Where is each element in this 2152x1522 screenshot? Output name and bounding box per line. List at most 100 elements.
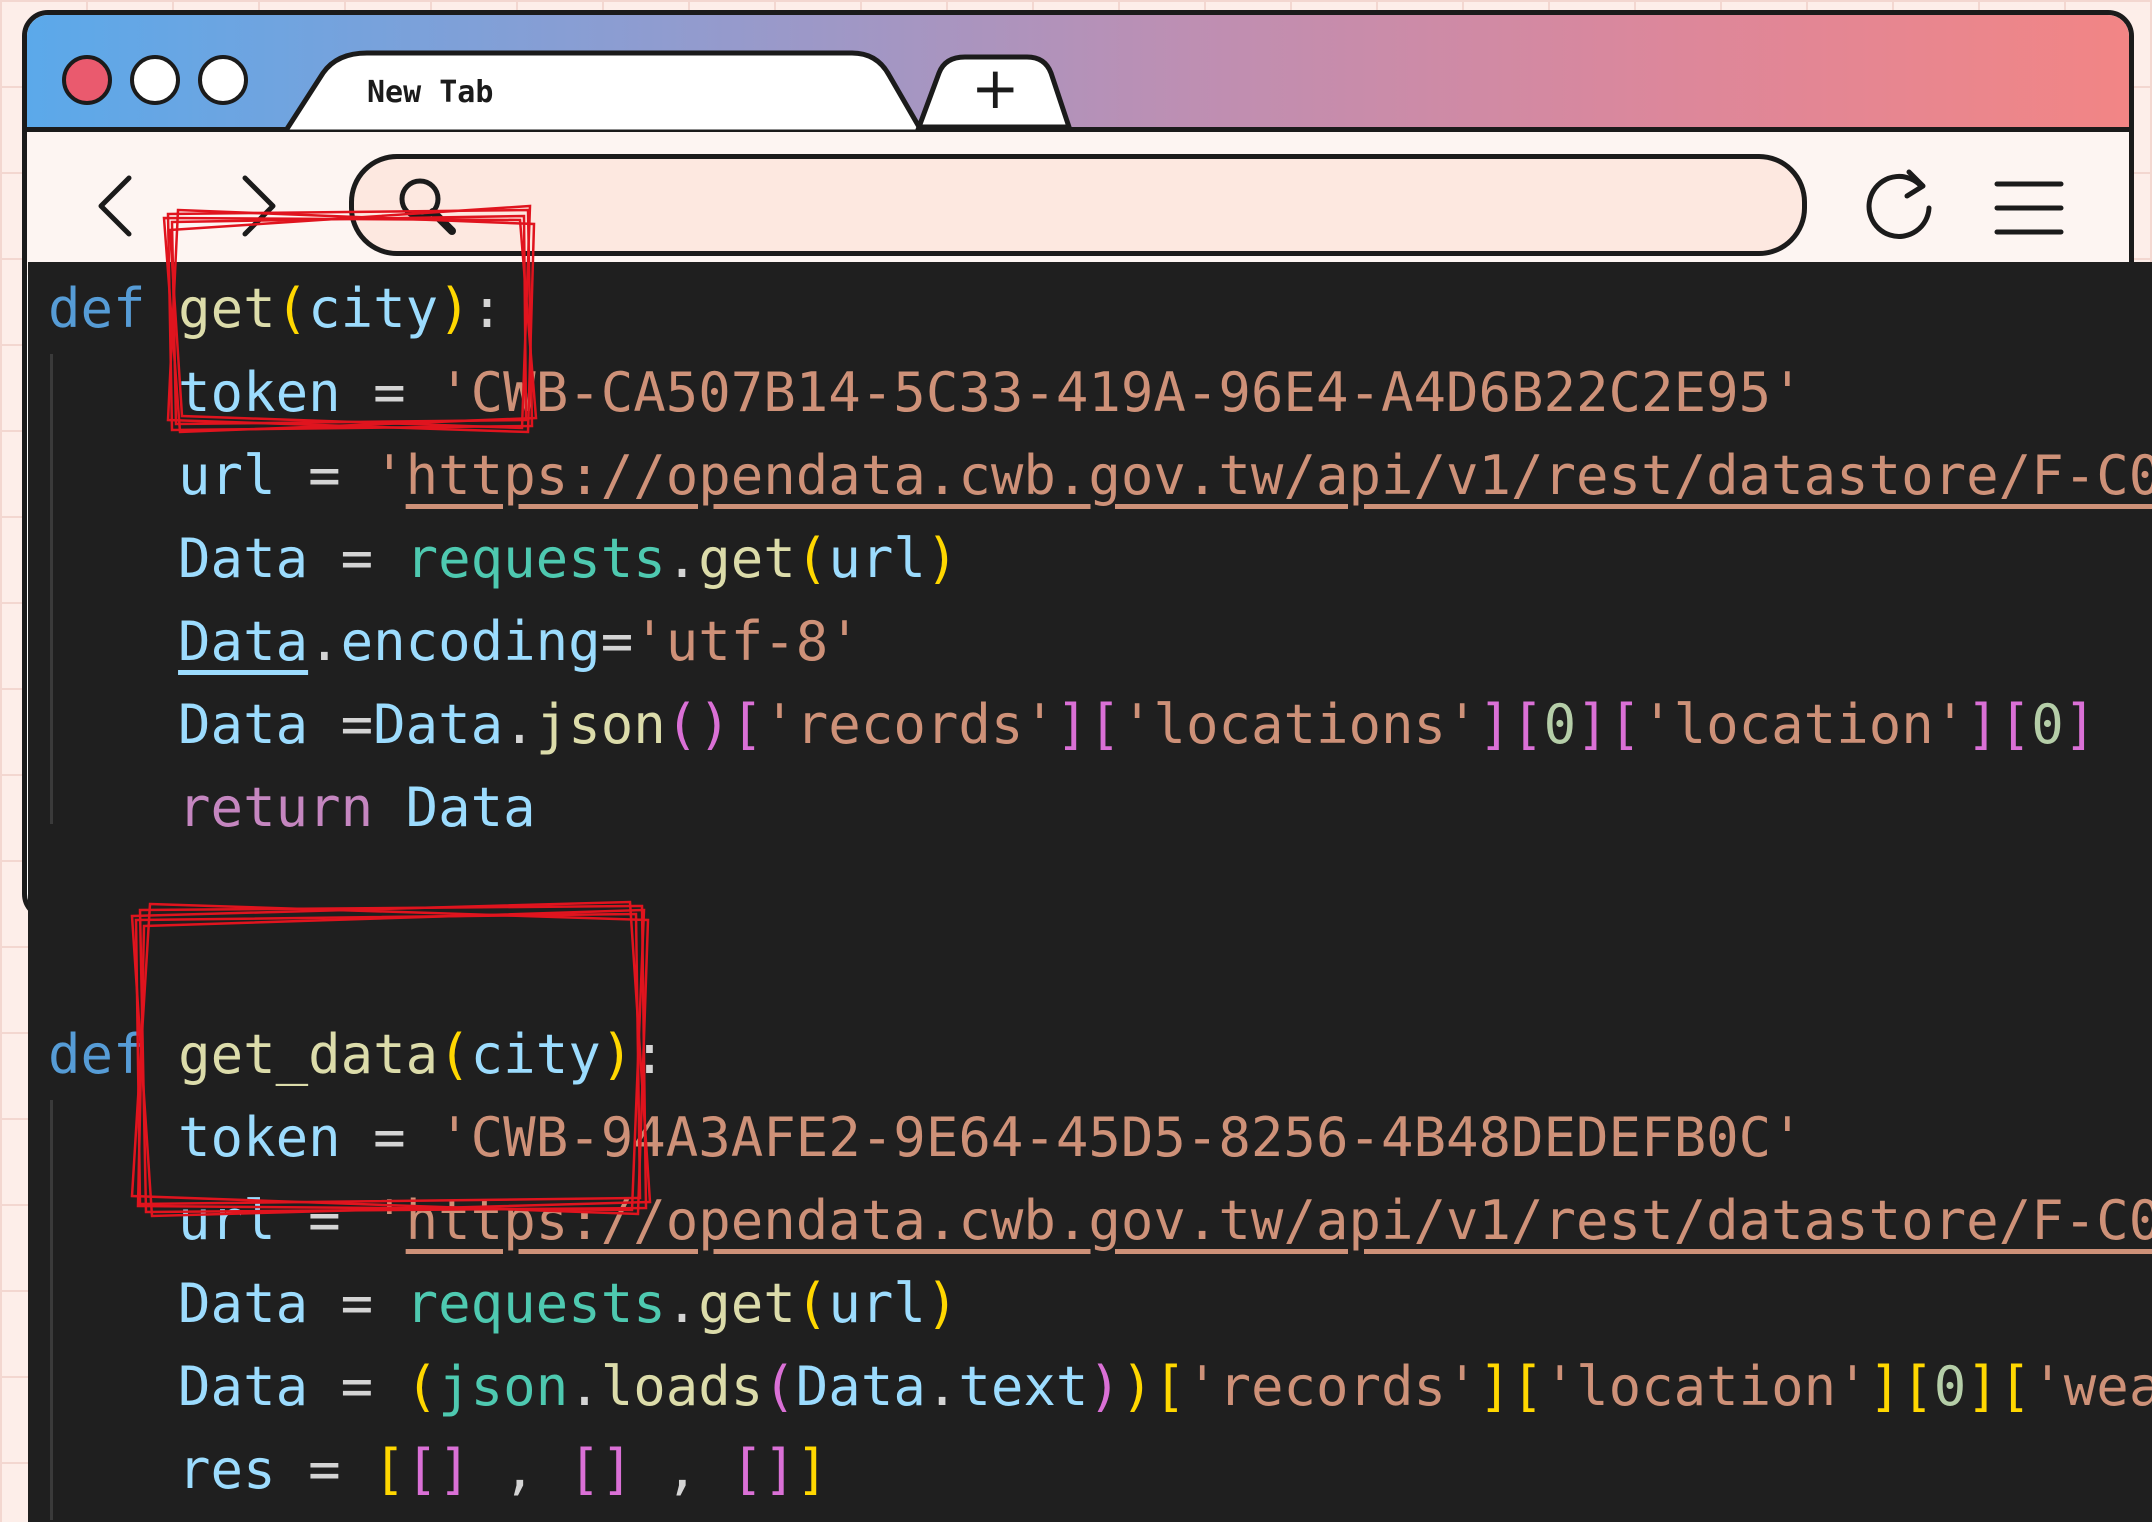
code-token: = — [340, 1106, 439, 1169]
code-line[interactable]: def get(city): — [48, 268, 503, 350]
code-token: 'location' — [1641, 693, 1967, 756]
code-line[interactable]: res = [[] , [] , []] — [48, 1429, 828, 1511]
new-tab-plus-icon[interactable]: + — [971, 59, 1020, 117]
code-token: ] — [1966, 1355, 1999, 1418]
code-token: def — [48, 277, 146, 340]
code-token: ) — [438, 277, 471, 340]
code-token: ) — [1088, 1355, 1121, 1418]
code-line[interactable]: def get_data(city): — [48, 1014, 666, 1096]
code-token: res — [178, 1438, 276, 1501]
code-token: 'locations' — [1120, 693, 1479, 756]
code-token: token — [178, 361, 341, 424]
code-token: : — [633, 1023, 666, 1086]
code-token: requests — [405, 527, 666, 590]
code-token: = — [308, 1355, 406, 1418]
back-icon[interactable] — [87, 170, 147, 242]
code-token: [] — [568, 1438, 634, 1501]
code-token: ] — [795, 1438, 829, 1501]
code-token: https://opendata.cwb.gov.tw/api/v1/rest/… — [405, 1189, 2152, 1252]
code-token: city — [470, 1023, 601, 1086]
code-token: 0 — [2031, 693, 2064, 756]
code-editor[interactable]: def get(city): token = 'CWB-CA507B14-5C3… — [28, 262, 2152, 1522]
code-token: Data — [178, 527, 309, 590]
code-token: city — [308, 277, 439, 340]
code-token: token — [178, 1106, 341, 1169]
navigation-bar — [27, 132, 2129, 275]
code-line[interactable]: url = 'https://opendata.cwb.gov.tw/api/v… — [48, 1180, 2152, 1262]
code-token: [ — [1153, 1355, 1186, 1418]
code-line[interactable]: token = 'CWB-CA507B14-5C33-419A-96E4-A4D… — [48, 352, 1804, 434]
code-token: . — [503, 693, 536, 756]
code-token: ] — [1478, 693, 1512, 756]
tab-title[interactable]: New Tab — [367, 75, 493, 110]
code-token: ( — [795, 527, 829, 590]
code-line[interactable]: Data = (json.loads(Data.text))['records'… — [48, 1346, 2152, 1428]
code-token: , — [470, 1438, 569, 1501]
code-token: get — [178, 277, 276, 340]
code-token: = — [275, 1189, 374, 1252]
code-line[interactable]: Data = requests.get(url) — [48, 1263, 958, 1345]
forward-icon[interactable] — [227, 170, 287, 242]
code-token: ( — [438, 1023, 471, 1086]
code-token: ' — [373, 444, 406, 507]
code-line[interactable]: url = 'https://opendata.cwb.gov.tw/api/v… — [48, 435, 2152, 517]
code-token: ) — [1120, 1355, 1154, 1418]
code-token: ( — [795, 1272, 829, 1335]
code-token: ( — [405, 1355, 439, 1418]
code-token: loads — [600, 1355, 764, 1418]
code-token: Data — [373, 693, 504, 756]
code-token: Data — [178, 610, 309, 673]
code-token: 0 — [1543, 693, 1577, 756]
code-line[interactable]: token = 'CWB-94A3AFE2-9E64-45D5-8256-4B4… — [48, 1097, 1804, 1179]
code-token: Data — [178, 1355, 309, 1418]
code-token: 'records' — [1185, 1355, 1479, 1418]
code-token: = — [600, 610, 634, 673]
code-token: Data — [795, 1355, 926, 1418]
code-token: Data — [405, 776, 536, 839]
code-token: ( — [275, 277, 309, 340]
menu-icon[interactable] — [1993, 178, 2065, 238]
code-line[interactable]: Data =Data.json()['records']['locations'… — [48, 684, 2096, 766]
code-token: ] — [1478, 1355, 1512, 1418]
title-bar: New Tab + — [27, 15, 2129, 132]
code-token: 0 — [1933, 1355, 1967, 1418]
code-token: [] — [730, 1438, 796, 1501]
code-token: [ — [1088, 693, 1121, 756]
code-token: ] — [1966, 693, 1999, 756]
search-icon — [399, 178, 456, 235]
code-token: json — [535, 693, 666, 756]
code-token: () — [665, 693, 731, 756]
code-token: ' — [373, 1189, 406, 1252]
address-input[interactable] — [464, 169, 1768, 241]
code-token: encoding — [340, 610, 601, 673]
code-token: [ — [1511, 693, 1544, 756]
code-line[interactable]: return Data — [48, 767, 536, 849]
code-token: [ — [1998, 1355, 2032, 1418]
code-token: , — [633, 1438, 731, 1501]
reload-icon[interactable] — [1857, 162, 1943, 248]
code-token: . — [568, 1355, 601, 1418]
code-token: https://opendata.cwb.gov.tw/api/v1/rest/… — [405, 444, 2152, 507]
code-token: 'CWB-CA507B14-5C33-419A-96E4-A4D6B22C2E9… — [438, 361, 1804, 424]
code-line[interactable]: Data.encoding='utf-8' — [48, 601, 861, 683]
code-token: 'CWB-94A3AFE2-9E64-45D5-8256-4B48DEDEFB0… — [438, 1106, 1804, 1169]
code-token: . — [665, 527, 699, 590]
code-token: url — [178, 444, 276, 507]
code-token: = — [308, 527, 406, 590]
code-line[interactable]: Data = requests.get(url) — [48, 518, 958, 600]
code-token: get_data — [178, 1023, 439, 1086]
code-token: return — [178, 776, 374, 839]
tab-strip — [282, 50, 1073, 132]
address-bar[interactable] — [349, 154, 1807, 256]
code-token: json — [438, 1355, 569, 1418]
